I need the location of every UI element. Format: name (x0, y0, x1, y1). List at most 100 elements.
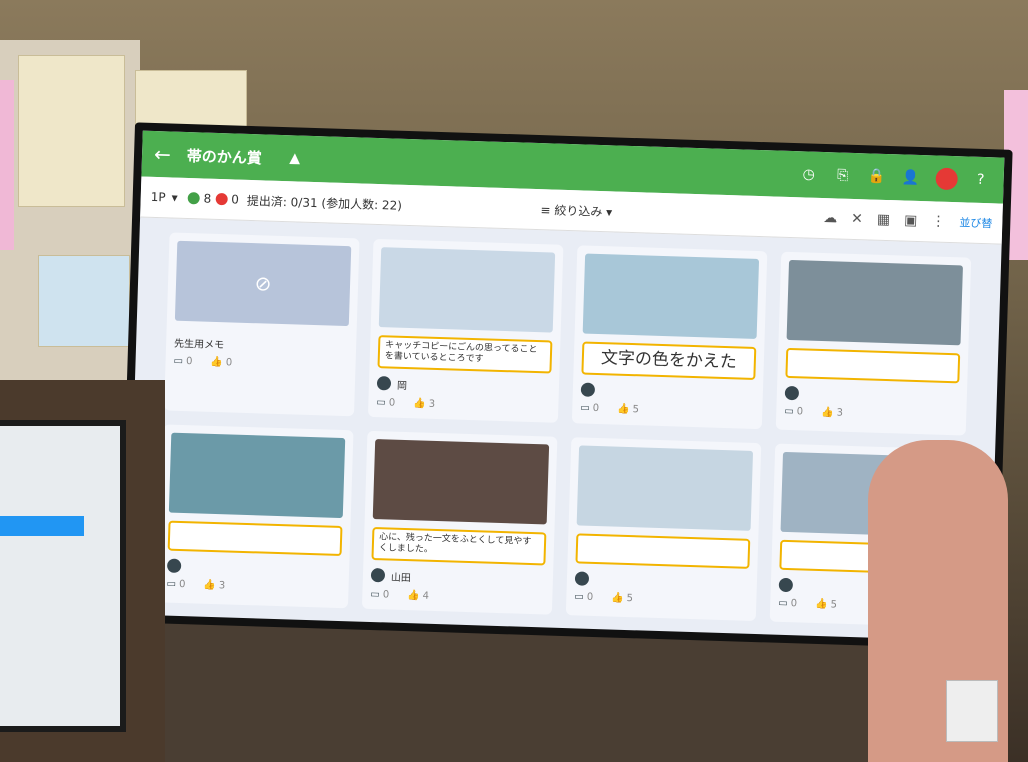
card[interactable]: ▭ 0 👍 3 (158, 424, 354, 609)
avatar[interactable] (935, 167, 959, 191)
grid-icon[interactable]: ▦ (877, 212, 891, 228)
comment-count: 0 (185, 356, 193, 368)
comment-count: 0 (790, 598, 798, 610)
green-count: 8 (203, 191, 212, 206)
hidden-image: ⊘ (174, 240, 352, 327)
card-image (576, 445, 754, 531)
comment-icon[interactable]: ▭ 0 (370, 588, 389, 600)
tablet-toolbar (0, 516, 84, 536)
card-caption: キャッチコピーにごんの思ってることを書いているところです (377, 335, 553, 374)
green-status-icon (187, 192, 200, 205)
like-icon[interactable]: 👍 5 (617, 404, 639, 416)
timer-icon[interactable]: ◷ (797, 163, 820, 186)
card-image (168, 432, 346, 519)
like-count: 4 (422, 590, 430, 602)
card-stats: ▭ 0 👍 4 (370, 588, 544, 604)
card[interactable]: ▭ 0 👍 5 (565, 437, 762, 622)
card-stats: ▭ 0 👍 3 (376, 397, 550, 413)
like-count: 5 (632, 404, 640, 416)
card-caption (167, 520, 343, 557)
comment-icon[interactable]: ▭ 0 (376, 397, 395, 409)
avatar (574, 571, 590, 586)
like-icon[interactable]: 👍 3 (203, 580, 225, 592)
card-author (166, 558, 341, 578)
tablet-device (0, 380, 165, 762)
author-name: 山田 (390, 572, 412, 584)
comment-icon[interactable]: ▭ 0 (166, 579, 185, 591)
card-image (378, 247, 556, 333)
dropdown-icon[interactable]: ▾ (171, 191, 177, 205)
more-icon[interactable]: ⋮ (931, 213, 945, 229)
share-icon[interactable]: ▲ (283, 147, 306, 170)
wall-poster (18, 55, 125, 207)
card-author (784, 385, 959, 405)
eye-off-icon: ⊘ (254, 271, 272, 296)
lock-icon[interactable]: 🔒 (865, 165, 888, 188)
name-badge (946, 680, 998, 742)
tablet-screen (0, 420, 126, 732)
card[interactable]: ⊘ 先生用メモ ▭ 0 👍 0 (164, 232, 360, 417)
card-stats: ▭ 0 👍 5 (580, 403, 754, 419)
shuffle-icon[interactable]: ✕ (851, 211, 863, 227)
filter-button[interactable]: ≡ 絞り込み ▾ (540, 201, 612, 220)
red-status-icon (215, 192, 228, 206)
help-icon[interactable]: ? (969, 169, 992, 192)
card-image (372, 439, 550, 525)
card-image (786, 259, 963, 346)
card-author: 岡 (376, 376, 551, 396)
like-count: 0 (225, 357, 233, 369)
like-icon[interactable]: 👍 4 (407, 590, 429, 602)
card-caption (785, 347, 961, 384)
comment-count: 0 (586, 591, 594, 603)
card-stats: ▭ 0 👍 0 (173, 356, 347, 372)
filter-label: 絞り込み (554, 203, 603, 219)
avatar (778, 577, 794, 593)
submission-status: 提出済: 0/31 (参加人数: 22) (246, 193, 403, 213)
card-author (580, 382, 755, 402)
avatar (580, 382, 596, 398)
comment-count: 0 (178, 578, 186, 591)
comment-count: 0 (388, 396, 396, 409)
card[interactable]: ▭ 0 👍 3 (775, 251, 972, 436)
card-author (574, 571, 749, 590)
comment-count: 0 (382, 588, 390, 601)
card[interactable]: 文字の色をかえた ▭ 0 👍 5 (571, 245, 768, 430)
like-count: 3 (218, 580, 226, 592)
like-icon[interactable]: 👍 0 (210, 357, 232, 369)
like-count: 5 (830, 599, 838, 611)
like-count: 3 (428, 398, 436, 410)
user-icon[interactable]: 👤 (899, 166, 922, 189)
layout-icon[interactable]: ▣ (904, 213, 918, 229)
comment-icon[interactable]: ▭ 0 (173, 356, 192, 368)
back-arrow-icon[interactable]: ← (154, 142, 172, 167)
avatar (376, 376, 392, 391)
like-icon[interactable]: 👍 5 (815, 599, 837, 611)
card[interactable]: 心に、残った一文をふとくして見やすくしました。 山田 ▭ 0 👍 4 (361, 430, 558, 615)
comment-icon[interactable]: ▭ 0 (574, 591, 593, 603)
sort-label[interactable]: 並び替 (959, 214, 992, 231)
card[interactable]: キャッチコピーにごんの思ってることを書いているところです 岡 ▭ 0 👍 3 (367, 238, 564, 423)
card-stats: ▭ 0 👍 3 (166, 579, 340, 595)
memo-label: 先生用メモ (173, 338, 225, 352)
card-caption: 文字の色をかえた (581, 341, 757, 381)
filter-icon: ≡ (540, 202, 555, 218)
card-caption: 心に、残った一文をふとくして見やすくしました。 (371, 526, 547, 565)
like-icon[interactable]: 👍 3 (413, 398, 435, 410)
cloud-icon[interactable]: ☁ (823, 210, 837, 226)
like-count: 5 (626, 593, 634, 605)
comment-count: 0 (796, 406, 804, 418)
comment-count: 0 (592, 403, 600, 415)
page-selector[interactable]: 1P (151, 190, 166, 204)
copy-icon[interactable]: ⎘ (831, 164, 854, 187)
like-icon[interactable]: 👍 3 (821, 407, 843, 419)
comment-icon[interactable]: ▭ 0 (580, 403, 599, 415)
page-title: 帯のかん賞 (186, 146, 263, 167)
card-stats: ▭ 0 👍 3 (784, 406, 958, 422)
card-image (582, 253, 760, 339)
avatar (784, 385, 800, 401)
comment-icon[interactable]: ▭ 0 (784, 406, 803, 418)
card-stats: ▭ 0 👍 5 (574, 591, 748, 607)
comment-icon[interactable]: ▭ 0 (778, 598, 797, 610)
card-author: 山田 (370, 567, 545, 587)
like-icon[interactable]: 👍 5 (611, 593, 633, 605)
